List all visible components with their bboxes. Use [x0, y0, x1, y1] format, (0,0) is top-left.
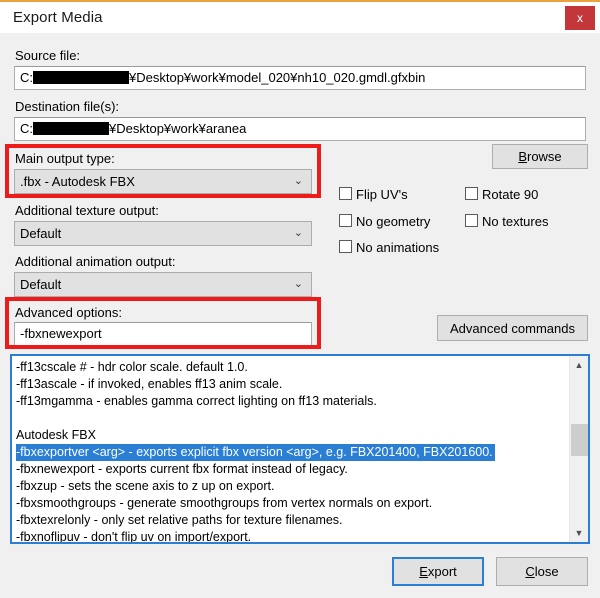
scroll-down-icon[interactable]: ▼	[570, 524, 588, 542]
command-list-item[interactable]: -fbxtexrelonly - only set relative paths…	[16, 512, 569, 529]
checkbox-box-icon	[339, 214, 352, 228]
export-button[interactable]: Export	[392, 557, 484, 586]
command-list-item-selected[interactable]: -fbxexportver <arg> - exports explicit f…	[16, 444, 495, 461]
checkbox-no-animations[interactable]: No animations	[339, 239, 439, 257]
command-list-item[interactable]: -ff13mgamma - enables gamma correct ligh…	[16, 393, 569, 410]
export-media-dialog: Export Media x Source file: C: ¥Desktop¥w…	[0, 0, 600, 598]
checkbox-rotate-90-label: Rotate 90	[482, 187, 539, 203]
chevron-down-icon: ⌄	[293, 227, 303, 239]
checkbox-box-icon	[339, 187, 352, 201]
close-button[interactable]: Close	[496, 557, 588, 586]
command-list-item[interactable]: -ff13ascale - if invoked, enables ff13 a…	[16, 376, 569, 393]
chevron-down-icon: ⌄	[293, 278, 303, 290]
command-list-item[interactable]: -fbxnewexport - exports current fbx form…	[16, 461, 569, 478]
checkbox-flip-uvs-label: Flip UV's	[356, 187, 408, 203]
destination-file-prefix: C:	[20, 121, 33, 136]
destination-file-input[interactable]: C: ¥Desktop¥work¥aranea	[14, 117, 586, 141]
checkbox-box-icon	[465, 187, 478, 201]
command-list-item[interactable]: -fbxzup - sets the scene axis to z up on…	[16, 478, 569, 495]
command-list-item[interactable]: Autodesk FBX	[16, 427, 569, 444]
close-icon[interactable]: x	[565, 6, 595, 30]
source-file-prefix: C:	[20, 70, 33, 85]
destination-file-label: Destination file(s):	[15, 99, 120, 114]
advanced-options-label: Advanced options:	[15, 305, 122, 320]
close-rest: lose	[534, 564, 559, 579]
scrollbar-thumb[interactable]	[571, 424, 588, 456]
export-rest: xport	[427, 564, 457, 579]
source-file-input[interactable]: C: ¥Desktop¥work¥model_020¥nh10_020.gmdl.…	[14, 66, 586, 90]
close-mnemonic: C	[525, 564, 535, 579]
checkbox-no-textures[interactable]: No textures	[465, 213, 548, 231]
command-list-rows: -ff13cscale # - hdr color scale. default…	[12, 356, 569, 542]
browse-button[interactable]: Browse	[492, 144, 588, 169]
browse-mnemonic: B	[518, 149, 527, 164]
checkbox-no-geometry-label: No geometry	[356, 214, 431, 230]
source-file-label: Source file:	[15, 48, 81, 63]
advanced-options-input[interactable]: -fbxnewexport	[14, 322, 312, 346]
main-output-type-label: Main output type:	[15, 151, 115, 166]
command-list-item[interactable]: -ff13cscale # - hdr color scale. default…	[16, 359, 569, 376]
checkbox-rotate-90[interactable]: Rotate 90	[465, 186, 538, 204]
source-file-redaction	[33, 71, 129, 85]
command-list-scrollbar[interactable]: ▲ ▼	[569, 356, 588, 542]
command-list-box[interactable]: -ff13cscale # - hdr color scale. default…	[10, 354, 590, 544]
destination-file-redaction	[33, 122, 109, 136]
source-file-suffix: ¥Desktop¥work¥model_020¥nh10_020.gmdl.gf…	[129, 70, 426, 85]
main-output-type-value: .fbx - Autodesk FBX	[20, 174, 135, 189]
animation-output-label: Additional animation output:	[15, 254, 176, 269]
texture-output-value: Default	[20, 226, 62, 241]
command-list-item[interactable]: -fbxsmoothgroups - generate smoothgroups…	[16, 495, 569, 512]
title-bar: Export Media x	[0, 0, 600, 33]
scroll-up-icon[interactable]: ▲	[570, 356, 588, 374]
checkbox-flip-uvs[interactable]: Flip UV's	[339, 186, 408, 204]
browse-rest: rowse	[526, 149, 562, 164]
export-mnemonic: E	[419, 564, 428, 579]
animation-output-value: Default	[20, 277, 62, 292]
texture-output-label: Additional texture output:	[15, 203, 159, 218]
texture-output-select[interactable]: Default ⌄	[14, 221, 312, 246]
command-list-item[interactable]: -fbxnoflipuv - don't flip uv on import/e…	[16, 529, 569, 542]
checkbox-no-animations-label: No animations	[356, 240, 440, 256]
window-title: Export Media	[13, 9, 103, 26]
advanced-commands-button[interactable]: Advanced commands	[437, 315, 588, 341]
checkbox-box-icon	[339, 240, 352, 254]
checkbox-box-icon	[465, 214, 478, 228]
main-output-type-select[interactable]: .fbx - Autodesk FBX ⌄	[14, 169, 312, 194]
chevron-down-icon: ⌄	[293, 175, 303, 187]
destination-file-suffix: ¥Desktop¥work¥aranea	[109, 121, 247, 136]
checkbox-no-textures-label: No textures	[482, 214, 549, 230]
command-list-item[interactable]	[16, 410, 569, 427]
command-list-item[interactable]: -fbxexportver <arg> - exports explicit f…	[16, 444, 569, 461]
animation-output-select[interactable]: Default ⌄	[14, 272, 312, 297]
checkbox-no-geometry[interactable]: No geometry	[339, 213, 430, 231]
